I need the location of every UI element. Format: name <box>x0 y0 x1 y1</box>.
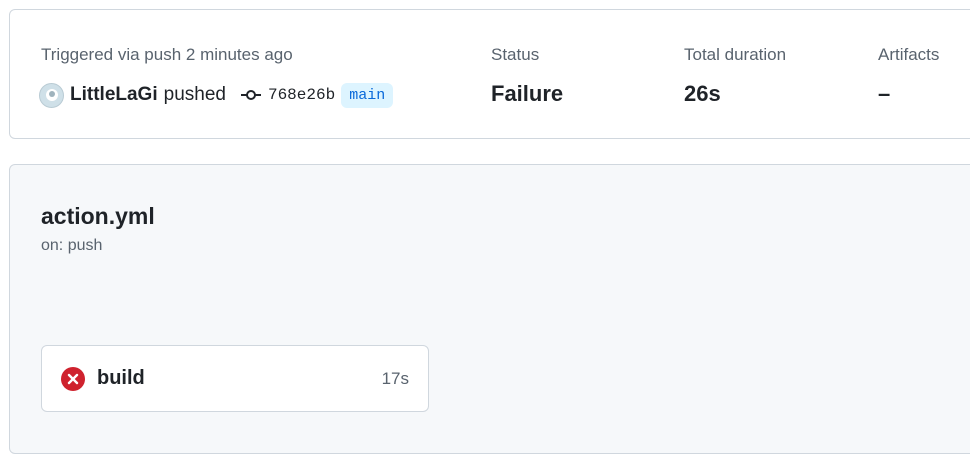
status-value: Failure <box>491 81 564 106</box>
run-summary-card: Triggered via push 2 minutes ago LittleL… <box>9 9 970 139</box>
workflow-graph-card: action.yml on: push build 17s <box>9 164 970 454</box>
job-duration: 17s <box>381 368 409 388</box>
status-column: Status Failure <box>491 45 563 107</box>
artifacts-column: Artifacts – <box>878 45 939 107</box>
branch-badge[interactable]: main <box>341 82 394 108</box>
trigger-row: LittleLaGi pushed 768e26b main <box>39 80 394 110</box>
avatar[interactable] <box>39 82 64 108</box>
workflow-trigger: on: push <box>41 237 103 254</box>
trigger-text: Triggered via push 2 minutes ago <box>41 45 293 64</box>
user-avatar-icon <box>45 89 58 101</box>
commit-icon <box>240 88 262 102</box>
duration-column: Total duration 26s <box>684 45 786 107</box>
artifacts-value: – <box>878 81 891 106</box>
duration-label: Total duration <box>684 45 787 64</box>
workflow-name: action.yml <box>41 203 155 229</box>
commit-sha-link[interactable]: 768e26b <box>268 86 335 104</box>
x-circle-icon <box>61 366 85 391</box>
user-link[interactable]: LittleLaGi <box>70 84 158 106</box>
job-name: build <box>97 367 145 389</box>
status-label: Status <box>491 45 540 64</box>
duration-value: 26s <box>684 81 721 106</box>
artifacts-label: Artifacts <box>878 45 940 64</box>
pushed-text: pushed <box>163 84 226 105</box>
job-build[interactable]: build 17s <box>41 345 429 412</box>
